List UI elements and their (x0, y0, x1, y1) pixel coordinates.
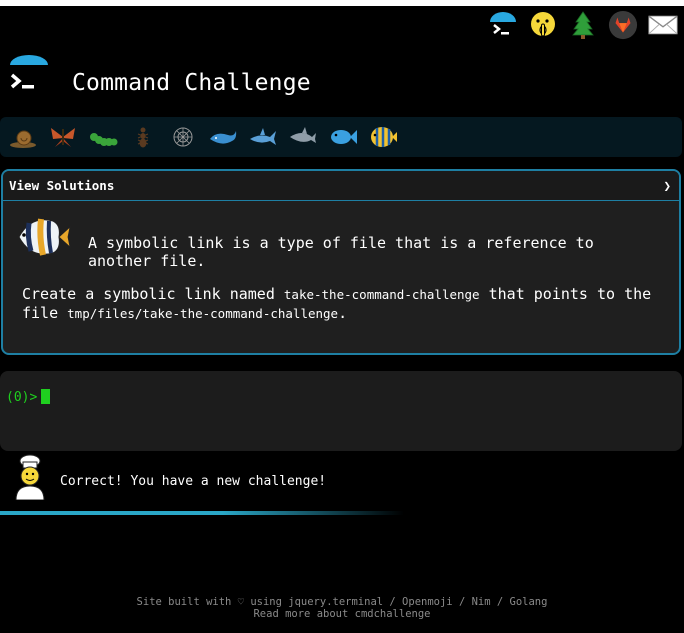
footer-about-link[interactable]: Read more about cmdchallenge (0, 608, 684, 620)
challenge-body: A symbolic link is a type of file that i… (3, 201, 679, 353)
tree-icon[interactable] (568, 10, 598, 40)
challenge-creature-bar (0, 117, 682, 157)
footer-credits[interactable]: Site built with ♡ using jquery.terminal … (0, 596, 684, 608)
terminal-prompt[interactable]: (0)> (6, 389, 51, 405)
view-solutions-label: View Solutions (9, 178, 115, 193)
task-link-name: take-the-command-challenge (283, 287, 480, 302)
terminal[interactable]: (0)> (0, 371, 682, 451)
challenge-description: A symbolic link is a type of file that i… (88, 234, 594, 270)
challenge-task: Create a symbolic link named take-the-co… (22, 285, 662, 323)
dolphin-icon[interactable] (288, 122, 318, 152)
caterpillar-icon[interactable] (88, 122, 118, 152)
view-solutions-toggle[interactable]: View Solutions ❯ (3, 171, 679, 201)
shark-icon[interactable] (248, 122, 278, 152)
top-nav-icons (488, 10, 678, 40)
gitlab-icon[interactable] (608, 10, 638, 40)
page-title: Command Challenge (72, 70, 311, 96)
challenge-panel: View Solutions ❯ A symbolic link is a ty… (1, 169, 681, 355)
tropical-fish-icon (15, 213, 71, 259)
whale-icon[interactable] (208, 122, 238, 152)
status-message: Correct! You have a new challenge! (60, 474, 327, 489)
tropical-fish-icon[interactable] (368, 122, 398, 152)
progress-bar (0, 511, 404, 515)
butterfly-icon[interactable] (48, 122, 78, 152)
task-target-path: tmp/files/take-the-command-challenge (67, 306, 339, 321)
shushing-face-icon[interactable] (528, 10, 558, 40)
snail-icon[interactable] (8, 122, 38, 152)
chevron-right-icon: ❯ (663, 178, 671, 193)
chef-avatar (12, 454, 48, 501)
terminal-cursor (41, 389, 51, 404)
cmdchallenge-logo (8, 55, 50, 99)
task-prefix: Create a symbolic link named (22, 285, 284, 303)
cmdchallenge-icon[interactable] (488, 10, 518, 40)
ant-icon[interactable] (128, 122, 158, 152)
spider-web-icon[interactable] (168, 122, 198, 152)
task-suffix: . (338, 304, 348, 322)
prompt-label: (0)> (6, 390, 38, 405)
top-white-strip (0, 0, 684, 6)
fish-icon[interactable] (328, 122, 358, 152)
envelope-icon[interactable] (648, 10, 678, 40)
